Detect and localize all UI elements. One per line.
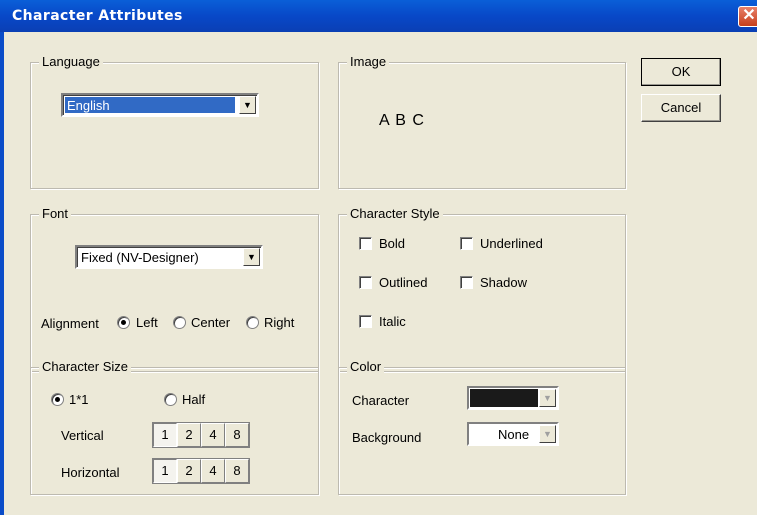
cancel-button[interactable]: Cancel: [641, 94, 721, 122]
color-group-label: Color: [347, 359, 385, 374]
image-preview-text: A B C: [379, 112, 425, 129]
dialog-window: Character Attributes ✕ Language English …: [0, 0, 757, 515]
bold-label[interactable]: Bold: [379, 236, 405, 251]
character-style-group-label: Character Style: [347, 206, 443, 221]
background-color-select[interactable]: None ▼: [467, 422, 559, 446]
size-full-radio[interactable]: [51, 393, 64, 406]
bold-checkbox[interactable]: [359, 237, 372, 250]
background-color-label: Background: [352, 430, 422, 445]
ok-button[interactable]: OK: [641, 58, 721, 86]
vertical-label: Vertical: [61, 428, 104, 443]
language-group-label: Language: [39, 54, 103, 69]
shadow-label[interactable]: Shadow: [480, 275, 527, 290]
chevron-down-icon[interactable]: ▼: [539, 389, 556, 407]
background-color-value: None: [498, 427, 530, 442]
horizontal-scale-4[interactable]: 4: [201, 459, 225, 483]
window-title: Character Attributes: [12, 8, 183, 24]
chevron-down-icon[interactable]: ▼: [539, 425, 556, 443]
horizontal-label: Horizontal: [61, 465, 120, 480]
font-select[interactable]: Fixed (NV-Designer) ▼: [75, 245, 263, 269]
image-group: Image A B C: [338, 54, 626, 189]
dialog-body: Language English ▼ Image A B C OK Cancel…: [4, 32, 757, 515]
size-half-label[interactable]: Half: [182, 392, 205, 407]
image-group-label: Image: [347, 54, 390, 69]
character-size-group: Character Size 1*1 Half Vertical 1 2 4 8…: [30, 359, 319, 495]
language-select[interactable]: English ▼: [61, 93, 259, 117]
horizontal-scale-8[interactable]: 8: [225, 459, 249, 483]
horizontal-scale-2[interactable]: 2: [177, 459, 201, 483]
shadow-checkbox[interactable]: [460, 276, 473, 289]
vertical-scale-buttons: 1 2 4 8: [152, 422, 250, 448]
color-group: Color Character ▼ Background None ▼: [338, 359, 626, 495]
outlined-checkbox[interactable]: [359, 276, 372, 289]
chevron-down-icon[interactable]: ▼: [243, 248, 260, 266]
underlined-label[interactable]: Underlined: [480, 236, 543, 251]
character-color-label: Character: [352, 393, 410, 408]
close-icon[interactable]: ✕: [738, 6, 757, 27]
italic-label[interactable]: Italic: [379, 314, 406, 329]
horizontal-scale-1[interactable]: 1: [153, 459, 177, 483]
font-group: Font Fixed (NV-Designer) ▼ Alignment Lef…: [30, 206, 319, 372]
font-selected-value: Fixed (NV-Designer): [81, 250, 199, 265]
character-style-group: Character Style Bold Underlined Outlined…: [338, 206, 626, 372]
alignment-left-label[interactable]: Left: [136, 315, 158, 330]
alignment-right-label[interactable]: Right: [264, 315, 294, 330]
vertical-scale-4[interactable]: 4: [201, 423, 225, 447]
underlined-checkbox[interactable]: [460, 237, 473, 250]
alignment-label: Alignment: [41, 316, 99, 331]
alignment-right-radio[interactable]: [246, 316, 259, 329]
italic-checkbox[interactable]: [359, 315, 372, 328]
horizontal-scale-buttons: 1 2 4 8: [152, 458, 250, 484]
outlined-label[interactable]: Outlined: [379, 275, 427, 290]
size-full-label[interactable]: 1*1: [69, 392, 89, 407]
chevron-down-icon[interactable]: ▼: [239, 96, 256, 114]
title-bar[interactable]: Character Attributes ✕: [0, 0, 757, 33]
character-color-swatch: [470, 389, 538, 407]
vertical-scale-1[interactable]: 1: [153, 423, 177, 447]
vertical-scale-8[interactable]: 8: [225, 423, 249, 447]
language-group: Language English ▼: [30, 54, 319, 189]
alignment-center-label[interactable]: Center: [191, 315, 230, 330]
language-selected-value: English: [65, 97, 235, 113]
font-group-label: Font: [39, 206, 72, 221]
character-color-select[interactable]: ▼: [467, 386, 559, 410]
alignment-center-radio[interactable]: [173, 316, 186, 329]
alignment-left-radio[interactable]: [117, 316, 130, 329]
character-size-group-label: Character Size: [39, 359, 131, 374]
vertical-scale-2[interactable]: 2: [177, 423, 201, 447]
size-half-radio[interactable]: [164, 393, 177, 406]
